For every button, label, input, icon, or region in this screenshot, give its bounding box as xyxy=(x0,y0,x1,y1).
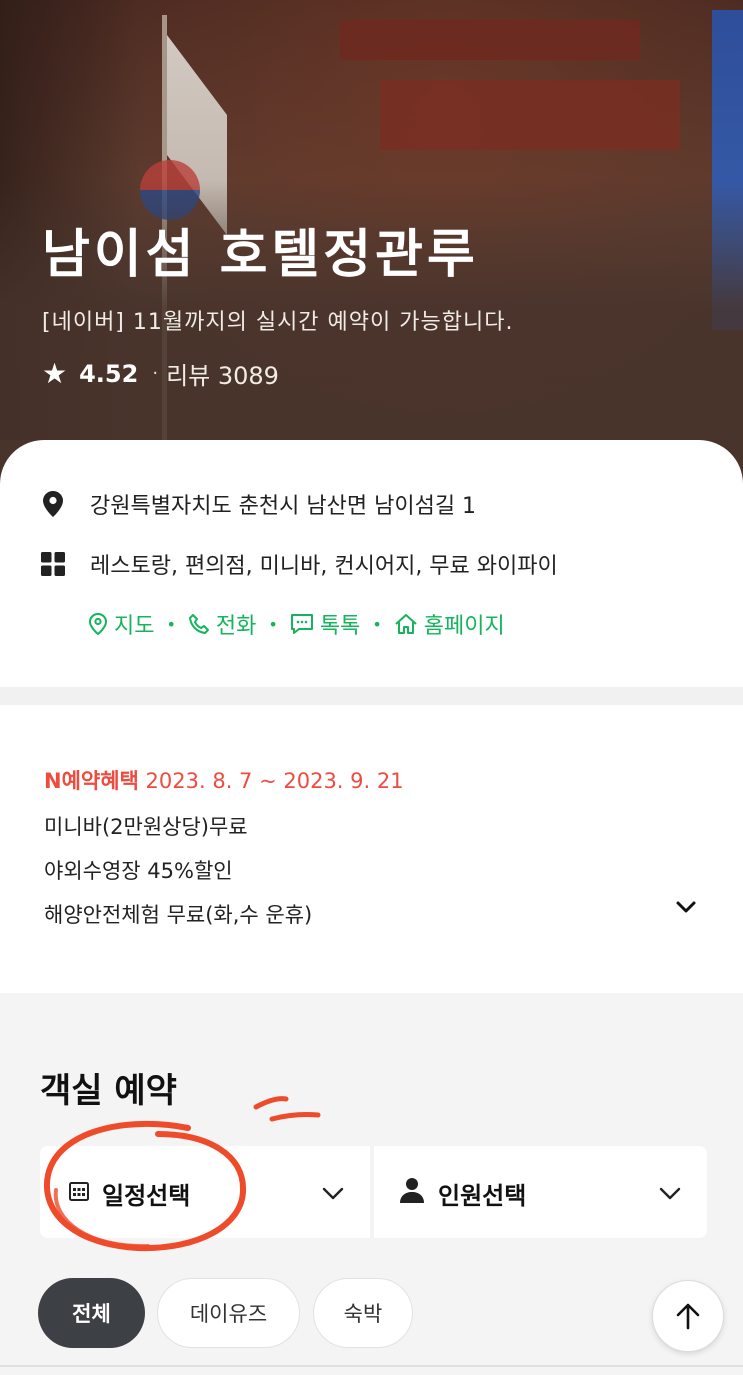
link-map[interactable]: 지도 xyxy=(88,608,154,640)
address-text: 강원특별자치도 춘천시 남산면 남이섬길 1 xyxy=(90,494,477,519)
chevron-down-icon xyxy=(659,1187,681,1200)
rating-row: ★ 4.52 · 리뷰 3089 xyxy=(42,356,279,391)
link-separator: • xyxy=(268,614,278,634)
chat-icon xyxy=(290,614,313,634)
link-separator: • xyxy=(372,614,382,634)
benefit-item: 야외수영장 45%할인 xyxy=(44,859,233,883)
scroll-top-button[interactable] xyxy=(652,1280,724,1352)
facilities-text: 레스토랑, 편의점, 미니바, 컨시어지, 무료 와이파이 xyxy=(90,554,558,579)
review-count[interactable]: 리뷰 3089 xyxy=(166,356,279,391)
link-map-label: 지도 xyxy=(114,614,155,639)
location-pin-icon xyxy=(40,491,66,517)
facilities-row: 레스토랑, 편의점, 미니바, 컨시어지, 무료 와이파이 xyxy=(40,548,558,580)
star-icon: ★ xyxy=(42,357,68,390)
bottom-divider xyxy=(0,1365,743,1367)
link-phone-label: 전화 xyxy=(215,614,257,639)
phone-icon xyxy=(188,614,209,634)
annotation-scribble xyxy=(253,1096,321,1122)
address-row: 강원특별자치도 춘천시 남산면 남이섬길 1 xyxy=(40,488,476,520)
hero-bg-sign xyxy=(340,20,640,60)
annotation-circle xyxy=(43,1120,247,1252)
person-select[interactable]: 인원선택 xyxy=(374,1146,707,1238)
rating-score: 4.52 xyxy=(79,359,139,388)
chevron-down-icon xyxy=(322,1187,344,1200)
link-talk[interactable]: 톡톡 xyxy=(290,608,360,640)
section-divider xyxy=(0,687,743,705)
hotel-subtitle: [네이버] 11월까지의 실시간 예약이 가능합니다. xyxy=(42,310,514,335)
hero-banner: 남이섬 호텔정관루 [네이버] 11월까지의 실시간 예약이 가능합니다. ★ … xyxy=(0,0,743,500)
person-icon xyxy=(400,1178,424,1203)
expand-chevron-icon[interactable] xyxy=(674,895,698,919)
arrow-up-icon xyxy=(676,1303,700,1330)
link-homepage[interactable]: 홈페이지 xyxy=(394,608,505,640)
dot-separator: · xyxy=(152,363,159,384)
filter-chip-stay[interactable]: 숙박 xyxy=(313,1278,413,1348)
benefit-section[interactable]: N예약혜택 2023. 8. 7 ~ 2023. 9. 21 미니바(2만원상당… xyxy=(0,705,743,993)
link-homepage-label: 홈페이지 xyxy=(423,614,505,639)
link-phone[interactable]: 전화 xyxy=(188,608,256,640)
quick-links: 지도 • 전화 • 톡톡 • 홈페이지 xyxy=(88,608,505,640)
link-separator: • xyxy=(166,614,176,634)
info-card: 강원특별자치도 춘천시 남산면 남이섬길 1 레스토랑, 편의점, 미니바, 컨… xyxy=(0,440,743,687)
hotel-title: 남이섬 호텔정관루 xyxy=(42,224,479,285)
person-select-label: 인원선택 xyxy=(438,1182,527,1210)
benefit-badge: N예약혜택 xyxy=(44,769,139,793)
filter-chip-all[interactable]: 전체 xyxy=(38,1278,145,1348)
benefit-item: 해양안전체험 무료(화,수 운휴) xyxy=(44,903,313,927)
link-talk-label: 톡톡 xyxy=(319,614,361,639)
benefit-period: 2023. 8. 7 ~ 2023. 9. 21 xyxy=(145,769,404,793)
benefit-item: 미니바(2만원상당)무료 xyxy=(44,815,248,839)
section-title: 객실 예약 xyxy=(40,1071,177,1111)
home-icon xyxy=(395,614,417,634)
filter-chip-dayuse[interactable]: 데이유즈 xyxy=(157,1278,300,1348)
benefit-header: N예약혜택 2023. 8. 7 ~ 2023. 9. 21 xyxy=(44,765,404,795)
map-pin-icon xyxy=(88,612,108,636)
grid-icon xyxy=(40,551,66,577)
hero-bg-beam xyxy=(380,80,680,150)
